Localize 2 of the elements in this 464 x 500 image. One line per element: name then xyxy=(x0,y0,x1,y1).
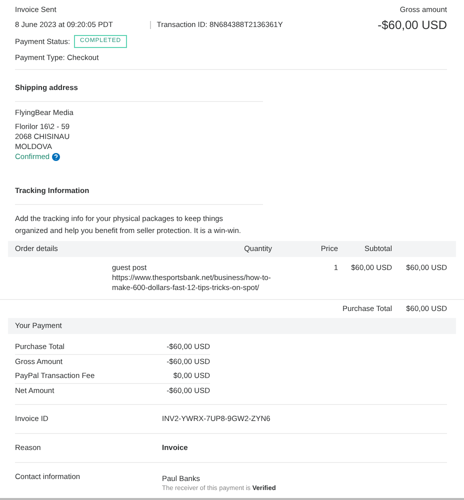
help-icon[interactable] xyxy=(52,153,60,161)
gross-amount: -$60,00 USD xyxy=(378,18,447,33)
